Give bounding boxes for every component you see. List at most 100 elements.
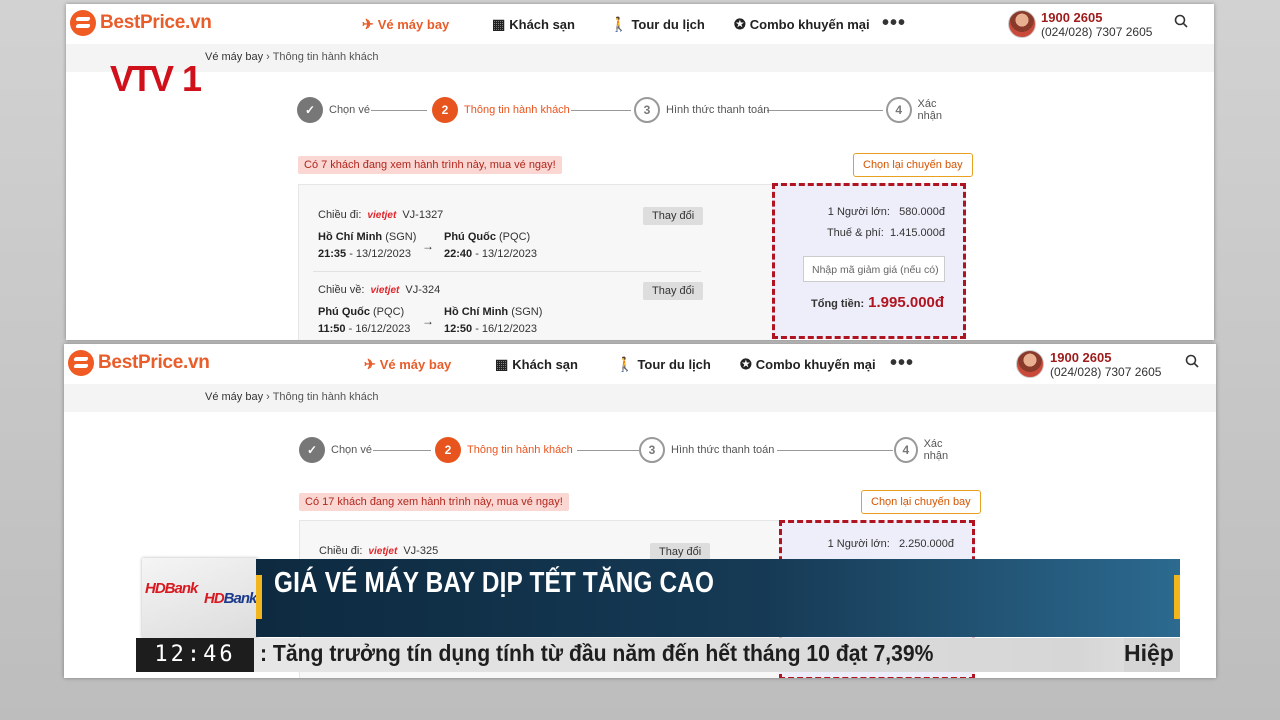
ticker-fade — [1078, 638, 1124, 672]
outbound-row: Chiều đi: vietjet VJ-325 — [319, 545, 438, 557]
time: 12:50 — [444, 323, 473, 335]
change-outbound-button[interactable]: Thay đổi — [643, 207, 704, 225]
headline-accent — [256, 575, 262, 619]
reselect-flight-button[interactable]: Chọn lại chuyến bay — [853, 153, 973, 177]
arrow-right-icon: → — [422, 239, 434, 253]
nav-label: Khách sạn — [512, 357, 578, 372]
arrival-city: Phú Quốc (PQC) — [444, 231, 530, 243]
step-label: Xác nhận — [917, 98, 942, 122]
step-label: Hình thức thanh toán — [671, 444, 775, 456]
vtv1-logo: VTV 1 — [110, 60, 202, 96]
breadcrumb-home[interactable]: Vé máy bay — [205, 51, 263, 63]
change-return-button[interactable]: Thay đổi — [643, 282, 704, 300]
more-menu-icon[interactable]: ••• — [882, 12, 906, 35]
phone-number[interactable]: (024/028) 7307 2605 — [1041, 25, 1152, 39]
hotel-icon: ▦ — [495, 356, 509, 372]
step-connector — [371, 110, 427, 111]
city-name: Phú Quốc — [318, 306, 370, 318]
search-icon[interactable] — [1174, 14, 1188, 28]
nav-hotels[interactable]: ▦ Khách sạn — [495, 356, 578, 373]
date: - 13/12/2023 — [349, 248, 411, 260]
flight-number: VJ-324 — [405, 284, 441, 296]
step-number: 4 — [894, 437, 918, 463]
vietjet-logo: vietjet — [367, 210, 397, 221]
nav-flights[interactable]: ✈ Vé máy bay — [362, 16, 449, 33]
arrival-city: Hồ Chí Minh (SGN) — [444, 306, 542, 318]
step-number: 3 — [639, 437, 665, 463]
step-label: Hình thức thanh toán — [666, 104, 770, 116]
breadcrumb-current: Thông tin hành khách — [272, 51, 379, 63]
headline-bar: GIÁ VÉ MÁY BAY DỊP TẾT TĂNG CAO — [256, 559, 1180, 637]
headline-text: GIÁ VÉ MÁY BAY DỊP TẾT TĂNG CAO — [274, 567, 715, 599]
nav-combo[interactable]: ✪ Combo khuyến mại — [734, 16, 870, 33]
airport-code: (PQC) — [373, 306, 405, 318]
site-logo[interactable]: BestPrice.vn — [68, 350, 210, 376]
tax-value: 1.415.000đ — [889, 227, 945, 239]
breadcrumb-bar: Vé máy bay › Thông tin hành khách — [64, 384, 1216, 412]
search-icon[interactable] — [1185, 354, 1199, 368]
broadcast-clock: 12:46 — [136, 638, 254, 672]
ticket-icon: ✪ — [734, 16, 746, 32]
flight-number: VJ-325 — [403, 545, 439, 557]
sponsor-cube: HDBank HDBank — [142, 558, 258, 638]
site-logo[interactable]: BestPrice.vn — [70, 10, 212, 36]
logo-text: BestPrice.vn — [100, 12, 212, 33]
fare-value: 580.000đ — [899, 206, 945, 218]
progress-steps: ✓ Chọn vé 2 Thông tin hành khách 3 Hình thứ… — [299, 437, 965, 467]
traveler-icon: 🚶 — [616, 356, 634, 372]
step-number: 2 — [432, 97, 458, 123]
screenshot-top: BestPrice.vn ✈ Vé máy bay ▦ Khách sạn 🚶 Tou… — [66, 4, 1214, 340]
nav-label: Tour du lịch — [631, 17, 705, 32]
site-header: BestPrice.vn ✈ Vé máy bay ▦ Khách sạn 🚶 Tou… — [64, 344, 1216, 385]
logo-text: BestPrice.vn — [98, 352, 210, 373]
traveler-icon: 🚶 — [610, 16, 628, 32]
direction-label: Chiều đi: — [318, 209, 362, 221]
support-avatar — [1016, 350, 1044, 378]
svg-text:1: 1 — [182, 60, 202, 96]
arrival-time: 22:40 - 13/12/2023 — [444, 248, 537, 260]
nav-tours[interactable]: 🚶 Tour du lịch — [610, 16, 705, 33]
reselect-flight-button[interactable]: Chọn lại chuyến bay — [861, 490, 981, 514]
nav-flights[interactable]: ✈ Vé máy bay — [364, 356, 451, 373]
city-name: Hồ Chí Minh — [318, 231, 383, 243]
site-header: BestPrice.vn ✈ Vé máy bay ▦ Khách sạn 🚶 Tou… — [66, 4, 1214, 45]
promo-code-input[interactable]: Nhập mã giảm giá (nếu có) — [803, 256, 945, 282]
outbound-row: Chiều đi: vietjet VJ-1327 — [318, 209, 443, 221]
date: - 13/12/2023 — [475, 248, 537, 260]
breadcrumb-current: Thông tin hành khách — [272, 391, 379, 403]
nav-label: Vé máy bay — [377, 17, 450, 32]
direction-label: Chiều về: — [318, 284, 365, 296]
support-avatar — [1008, 10, 1036, 38]
step-label: Chọn vé — [329, 104, 370, 116]
nav-hotels[interactable]: ▦ Khách sạn — [492, 16, 575, 33]
airport-code: (SGN) — [385, 231, 417, 243]
vietjet-logo: vietjet — [370, 285, 400, 296]
step-connector — [767, 110, 883, 111]
hotline[interactable]: 1900 2605 — [1041, 10, 1102, 25]
time: 21:35 — [318, 248, 347, 260]
nav-label: Tour du lịch — [637, 357, 711, 372]
plane-icon: ✈ — [362, 16, 374, 32]
arrow-right-icon: → — [422, 314, 434, 328]
nav-label: Combo khuyến mại — [755, 357, 876, 372]
ticket-icon: ✪ — [740, 356, 752, 372]
step-label: Chọn vé — [331, 444, 372, 456]
adult-fare: 1 Người lớn: 2.250.000đ — [828, 538, 954, 550]
nav-combo[interactable]: ✪ Combo khuyến mại — [740, 356, 876, 373]
breadcrumb-home[interactable]: Vé máy bay — [205, 391, 263, 403]
direction-label: Chiều đi: — [319, 545, 363, 557]
step-connector — [577, 450, 639, 451]
departure-time: 11:50 - 16/12/2023 — [318, 323, 410, 335]
hotline[interactable]: 1900 2605 — [1050, 350, 1111, 365]
airport-code: (PQC) — [499, 231, 531, 243]
chevron-right-icon: › — [266, 51, 270, 63]
nav-tours[interactable]: 🚶 Tour du lịch — [616, 356, 711, 373]
airport-code: (SGN) — [511, 306, 543, 318]
progress-steps: ✓ Chọn vé 2 Thông tin hành khách 3 Hình thứ… — [297, 97, 963, 127]
fare-label: 1 Người lớn: — [827, 206, 890, 218]
step-passenger-info: 2 Thông tin hành khách — [432, 97, 570, 123]
logo-icon — [68, 350, 94, 376]
more-menu-icon[interactable]: ••• — [890, 352, 914, 375]
fare-label: 1 Người lớn: — [827, 538, 890, 550]
phone-number[interactable]: (024/028) 7307 2605 — [1050, 365, 1161, 379]
